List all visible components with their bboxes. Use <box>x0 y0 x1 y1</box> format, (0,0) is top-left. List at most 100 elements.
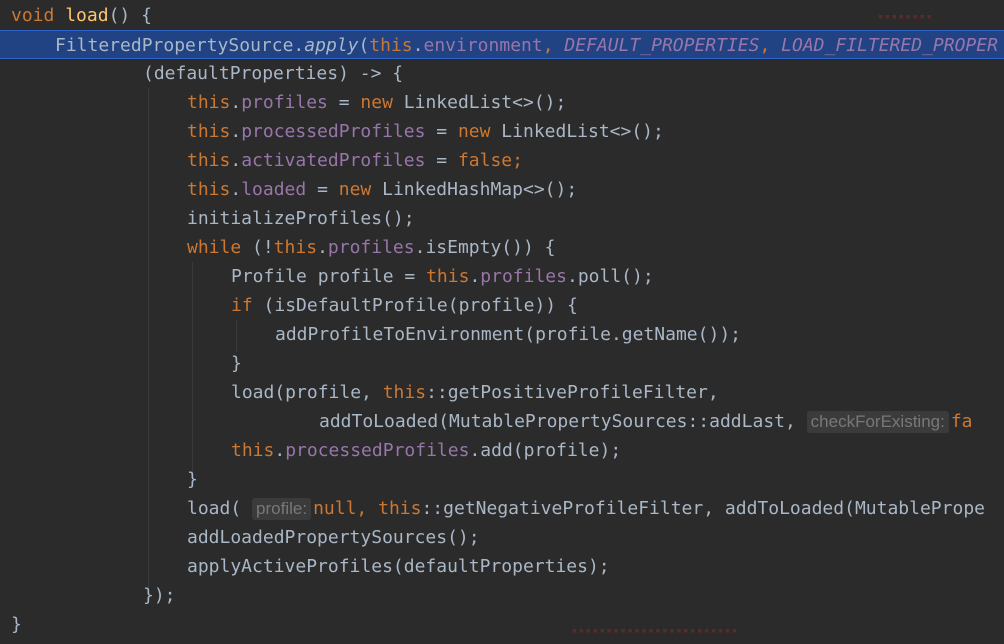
code-line-7[interactable]: this.loaded = new LinkedHashMap<>(); <box>0 175 1004 204</box>
field-loaded: loaded <box>241 179 307 200</box>
code-line-13[interactable]: } <box>0 349 1004 378</box>
code-line-15[interactable]: addToLoaded(MutablePropertySources::addL… <box>0 407 1004 436</box>
method-apply: apply <box>304 35 359 56</box>
code-text: . <box>230 92 242 113</box>
code-text: load( <box>187 498 253 519</box>
field-profiles: profiles <box>241 92 328 113</box>
code-editor[interactable]: void load() { FilteredPropertySource.app… <box>0 0 1004 644</box>
code-text: addProfileToEnvironment(profile.getName(… <box>275 324 741 345</box>
code-text: load(profile, <box>231 382 383 403</box>
field-processed-profiles: processedProfiles <box>285 440 470 461</box>
code-text: addToLoaded(MutablePropertySources::addL… <box>319 411 807 432</box>
field-environment: environment <box>423 35 543 56</box>
keyword-this: this <box>378 498 422 519</box>
keyword-false: false <box>457 150 513 171</box>
code-text: . <box>230 150 242 171</box>
method-name-load: load <box>65 5 109 26</box>
keyword-null: null <box>313 498 357 519</box>
keyword-this: this <box>426 266 470 287</box>
code-line-12[interactable]: addProfileToEnvironment(profile.getName(… <box>0 320 1004 349</box>
code-line-19[interactable]: addLoadedPropertySources(); <box>0 523 1004 552</box>
keyword-this: this <box>187 179 231 200</box>
code-text: (defaultProperties) -> { <box>143 63 404 84</box>
code-line-17[interactable]: } <box>0 465 1004 494</box>
class-name: FilteredPropertySource <box>55 35 294 56</box>
code-text: ::getNegativeProfileFilter, addToLoaded(… <box>421 498 985 519</box>
field-activated-profiles: activatedProfiles <box>241 150 426 171</box>
code-text: initializeProfiles(); <box>187 208 415 229</box>
code-line-14[interactable]: load(profile, this::getPositiveProfileFi… <box>0 378 1004 407</box>
constant-default-properties: DEFAULT_PROPERTIES <box>564 35 760 56</box>
field-processed-profiles: processedProfiles <box>241 121 426 142</box>
code-line-9[interactable]: while (!this.profiles.isEmpty()) { <box>0 233 1004 262</box>
code-text: LinkedList<>(); <box>490 121 664 142</box>
code-line-18[interactable]: load( profile: null, this::getNegativePro… <box>0 494 1004 523</box>
keyword-this: this <box>273 237 318 258</box>
code-line-2-selected[interactable]: FilteredPropertySource.apply(this.enviro… <box>0 30 1004 59</box>
code-text: .isEmpty()) { <box>414 237 556 258</box>
parameter-hint: checkForExisting: <box>806 411 949 433</box>
code-text: = <box>327 92 361 113</box>
code-text: . <box>230 179 242 200</box>
code-line-21[interactable]: }); <box>0 581 1004 610</box>
constant-load-filtered-properties: LOAD_FILTERED_PROPER <box>781 35 998 56</box>
code-line-10[interactable]: Profile profile = this.profiles.poll(); <box>0 262 1004 291</box>
code-line-20[interactable]: applyActiveProfiles(defaultProperties); <box>0 552 1004 581</box>
code-line-22[interactable]: } <box>0 610 1004 639</box>
code-text: (isDefaultProfile(profile)) { <box>252 295 578 316</box>
code-text: . <box>274 440 286 461</box>
code-text: . <box>469 266 481 287</box>
code-text: }); <box>143 585 176 606</box>
keyword-if: if <box>231 295 253 316</box>
code-line-11[interactable]: if (isDefaultProfile(profile)) { <box>0 291 1004 320</box>
code-line-8[interactable]: initializeProfiles(); <box>0 204 1004 233</box>
code-text: applyActiveProfiles(defaultProperties); <box>187 556 610 577</box>
keyword-this: this <box>369 35 413 56</box>
code-text: = <box>425 150 458 171</box>
code-text: } <box>187 469 198 490</box>
keyword-this: this <box>187 92 231 113</box>
code-text: ( <box>358 35 370 56</box>
code-text: fa <box>950 411 973 432</box>
keyword-new: new <box>457 121 491 142</box>
code-text: (! <box>241 237 274 258</box>
keyword-while: while <box>187 237 242 258</box>
field-profiles: profiles <box>480 266 567 287</box>
code-text: , <box>542 35 565 56</box>
keyword-this: this <box>231 440 275 461</box>
code-line-1[interactable]: void load() { <box>0 1 1004 30</box>
code-text: Profile profile = <box>231 266 427 287</box>
keyword-this: this <box>187 121 231 142</box>
code-text: ; <box>512 150 523 171</box>
keyword-this: this <box>187 150 231 171</box>
code-text: addLoadedPropertySources(); <box>187 527 480 548</box>
code-text: } <box>231 353 242 374</box>
code-text: } <box>11 614 22 635</box>
code-text: = <box>425 121 458 142</box>
code-text: LinkedList<>(); <box>392 92 567 113</box>
watermark-bottom: ▪▪▪▪▪▪▪▪▪▪▪▪▪▪▪▪▪▪▪▪▪▪▪▪ <box>572 622 740 638</box>
code-text: . <box>317 237 328 258</box>
code-line-3[interactable]: (defaultProperties) -> { <box>0 59 1004 88</box>
keyword-this: this <box>382 382 427 403</box>
code-line-16[interactable]: this.processedProfiles.add(profile); <box>0 436 1004 465</box>
code-line-4[interactable]: this.profiles = new LinkedList<>(); <box>0 88 1004 117</box>
code-text: , <box>759 35 782 56</box>
code-text: = <box>306 179 339 200</box>
keyword-void: void <box>11 5 55 26</box>
field-profiles: profiles <box>327 237 415 258</box>
code-text: () { <box>108 5 152 26</box>
code-line-6[interactable]: this.activatedProfiles = false; <box>0 146 1004 175</box>
parameter-hint: profile: <box>252 498 312 520</box>
code-text: . <box>230 121 242 142</box>
code-text: . <box>293 35 305 56</box>
code-text: LinkedHashMap<>(); <box>371 179 578 200</box>
code-line-5[interactable]: this.processedProfiles = new LinkedList<… <box>0 117 1004 146</box>
code-text: ::getPositiveProfileFilter, <box>426 382 719 403</box>
code-text: .poll(); <box>566 266 654 287</box>
keyword-new: new <box>360 92 393 113</box>
code-text: . <box>412 35 424 56</box>
watermark-top: ▪▪▪▪▪▪▪▪ <box>878 8 934 24</box>
code-text: , <box>356 498 379 519</box>
keyword-new: new <box>338 179 372 200</box>
